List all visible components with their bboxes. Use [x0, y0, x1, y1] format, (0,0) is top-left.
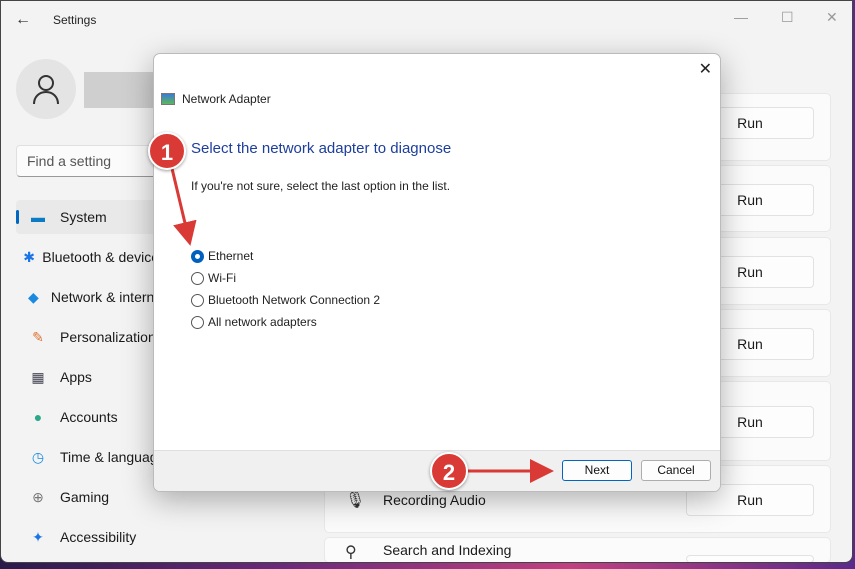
sidebar-item-accounts[interactable]: ● Accounts — [16, 400, 166, 434]
network-adapter-icon — [161, 93, 175, 105]
option-label: Wi-Fi — [208, 271, 236, 285]
sidebar-item-label: Personalization — [60, 329, 156, 345]
clock-globe-icon: ◷ — [31, 448, 45, 465]
step-1-badge: 1 — [148, 132, 186, 170]
dialog-title: Network Adapter — [161, 92, 271, 106]
sidebar-item-time-language[interactable]: ◷ Time & language — [16, 440, 166, 474]
sidebar-item-label: Apps — [60, 369, 92, 385]
radio-button[interactable] — [191, 271, 204, 285]
scrollbar[interactable] — [852, 306, 853, 431]
run-button[interactable] — [686, 555, 814, 562]
sidebar-item-label: Network & internet — [50, 289, 166, 305]
accessibility-icon: ✦ — [32, 528, 44, 545]
sidebar-item-system[interactable]: ▬ System — [16, 200, 166, 234]
bluetooth-icon: ✱ — [23, 248, 35, 265]
system-icon: ▬ — [31, 209, 45, 225]
sidebar-item-gaming[interactable]: ⊕ Gaming — [16, 480, 166, 514]
back-arrow-icon[interactable]: ← — [15, 11, 31, 29]
window-title: Settings — [53, 13, 97, 27]
brush-icon: ✎ — [32, 328, 44, 345]
radio-button[interactable] — [191, 293, 204, 307]
sidebar-item-personalization[interactable]: ✎ Personalization — [16, 320, 166, 354]
step-2-badge: 2 — [430, 452, 468, 490]
dialog-heading: Select the network adapter to diagnose — [191, 140, 452, 157]
option-label: Bluetooth Network Connection 2 — [208, 293, 381, 307]
radio-button[interactable] — [191, 249, 204, 263]
settings-window: ← Settings — ☐ ✕ Find a setting ▬ System … — [0, 0, 853, 563]
close-button[interactable]: ✕ — [826, 9, 838, 26]
gamepad-icon: ⊕ — [32, 488, 44, 505]
sidebar-item-label: Time & language — [60, 449, 166, 465]
troubleshooter-label: Recording Audio — [383, 492, 486, 508]
option-bluetooth-network[interactable]: Bluetooth Network Connection 2 — [191, 293, 380, 307]
sidebar-item-label: Accounts — [60, 409, 118, 425]
sidebar-item-apps[interactable]: ▦ Apps — [16, 360, 166, 394]
cancel-button[interactable]: Cancel — [641, 460, 711, 481]
search-input[interactable]: Find a setting — [16, 145, 166, 177]
dialog-close-button[interactable]: ✕ — [699, 59, 712, 79]
sidebar-item-label: Gaming — [60, 489, 110, 505]
next-button[interactable]: Next — [562, 460, 632, 481]
sidebar-item-label: Accessibility — [60, 529, 137, 545]
troubleshooter-label: Search and Indexing — [383, 542, 512, 558]
selection-indicator — [16, 210, 19, 224]
minimize-button[interactable]: — — [734, 9, 748, 25]
search-icon: ⚲ — [345, 544, 357, 561]
microphone-icon: 🎙︎ — [345, 492, 366, 509]
option-wifi[interactable]: Wi-Fi — [191, 271, 236, 285]
network-adapter-dialog: ✕ Network Adapter Select the network ada… — [153, 53, 721, 492]
option-ethernet[interactable]: Ethernet — [191, 249, 253, 263]
dialog-subtext: If you're not sure, select the last opti… — [191, 179, 451, 193]
sidebar-item-accessibility[interactable]: ✦ Accessibility — [16, 520, 166, 554]
sidebar-item-label: System — [60, 209, 107, 225]
apps-icon: ▦ — [31, 368, 45, 385]
wifi-icon: ◆ — [28, 288, 39, 305]
avatar[interactable] — [16, 59, 76, 119]
option-label: Ethernet — [208, 249, 254, 263]
option-all-adapters[interactable]: All network adapters — [191, 315, 317, 329]
accounts-icon: ● — [33, 409, 43, 425]
maximize-button[interactable]: ☐ — [781, 9, 794, 26]
troubleshooter-card-search-indexing: ⚲ Search and Indexing — [324, 537, 831, 562]
dialog-title-text: Network Adapter — [182, 92, 271, 106]
sidebar-item-bluetooth[interactable]: ✱ Bluetooth & devices — [16, 240, 166, 274]
title-bar: ← Settings — [15, 11, 96, 29]
user-icon — [33, 75, 59, 105]
sidebar-item-network[interactable]: ◆ Network & internet — [16, 280, 166, 314]
account-name-redacted — [84, 72, 164, 108]
radio-button[interactable] — [191, 315, 204, 329]
sidebar-item-label: Bluetooth & devices — [42, 249, 166, 265]
option-label: All network adapters — [208, 315, 317, 329]
